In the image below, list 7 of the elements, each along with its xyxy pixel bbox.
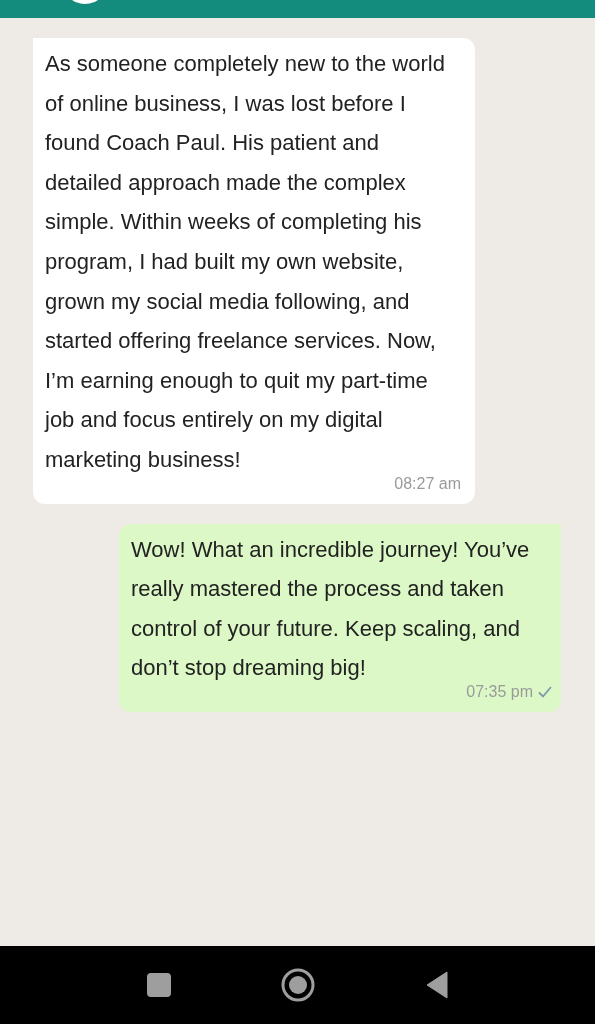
message-text: Wow! What an incredible journey! You’ve really mastered the process and taken control of your future. Keep scaling, and don’t stop dreaming big! (131, 535, 531, 683)
recent-apps-icon[interactable] (146, 973, 171, 997)
home-icon[interactable] (280, 968, 315, 1002)
message-time: 08:27 am (394, 473, 461, 494)
back-icon[interactable] (424, 971, 449, 999)
message-text: As someone completely new to the world of online business, I was lost before I found Coach Paul. His patient and detailed approach made the complex simple. Within weeks of completing his program, I had built my own website, grown my social media following, and started offering freelance services. Now, I’m earning enough to quit my part-time job and focus entirely on my digital marketing business! (45, 50, 446, 474)
message-time: 07:35 pm (466, 681, 533, 702)
